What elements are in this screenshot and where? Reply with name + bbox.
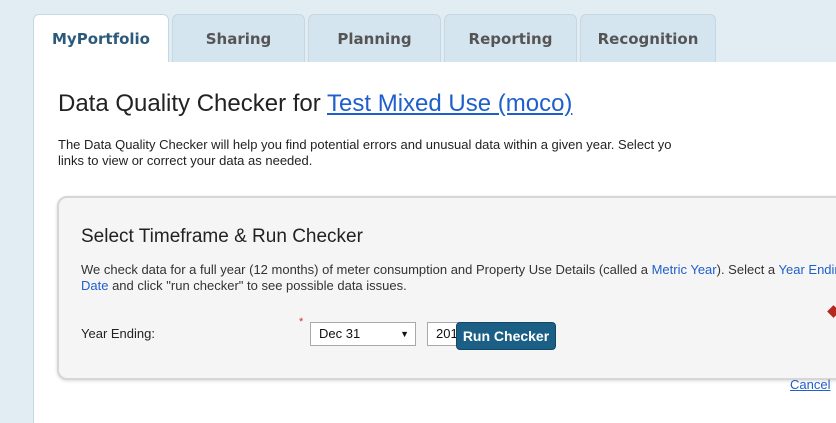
- month-day-select[interactable]: Dec 31 ▼: [310, 322, 416, 346]
- tab-planning[interactable]: Planning: [308, 14, 441, 62]
- tab-myportfolio[interactable]: MyPortfolio: [33, 14, 169, 63]
- tab-recognition[interactable]: Recognition: [580, 14, 716, 62]
- timeframe-description: We check data for a full year (12 months…: [81, 262, 836, 294]
- desc-text-3: and click "run checker" to see possible …: [108, 278, 407, 293]
- timeframe-box: Select Timeframe & Run Checker We check …: [57, 196, 836, 380]
- intro-line-2: links to view or correct your data as ne…: [58, 153, 313, 168]
- tab-sharing[interactable]: Sharing: [172, 14, 305, 62]
- year-ending-label: Year Ending:: [81, 326, 155, 341]
- desc-text-1: We check data for a full year (12 months…: [81, 262, 652, 277]
- metric-year-link[interactable]: Metric Year: [652, 262, 717, 277]
- timeframe-heading: Select Timeframe & Run Checker: [81, 226, 363, 247]
- page-title: Data Quality Checker for Test Mixed Use …: [58, 90, 572, 118]
- cancel-link[interactable]: Cancel: [790, 377, 830, 392]
- diamond-marker-icon: [826, 304, 836, 320]
- tab-reporting[interactable]: Reporting: [444, 14, 577, 62]
- intro-text: The Data Quality Checker will help you f…: [58, 137, 836, 169]
- property-link[interactable]: Test Mixed Use (moco): [327, 90, 572, 117]
- page-title-prefix: Data Quality Checker for: [58, 90, 328, 117]
- chevron-down-icon: ▼: [400, 329, 409, 339]
- required-marker: *: [299, 316, 304, 328]
- month-day-value: Dec 31: [319, 326, 361, 341]
- intro-line-1: The Data Quality Checker will help you f…: [58, 137, 672, 152]
- desc-text-2: ). Select a: [716, 262, 779, 277]
- run-checker-button[interactable]: Run Checker: [456, 322, 556, 350]
